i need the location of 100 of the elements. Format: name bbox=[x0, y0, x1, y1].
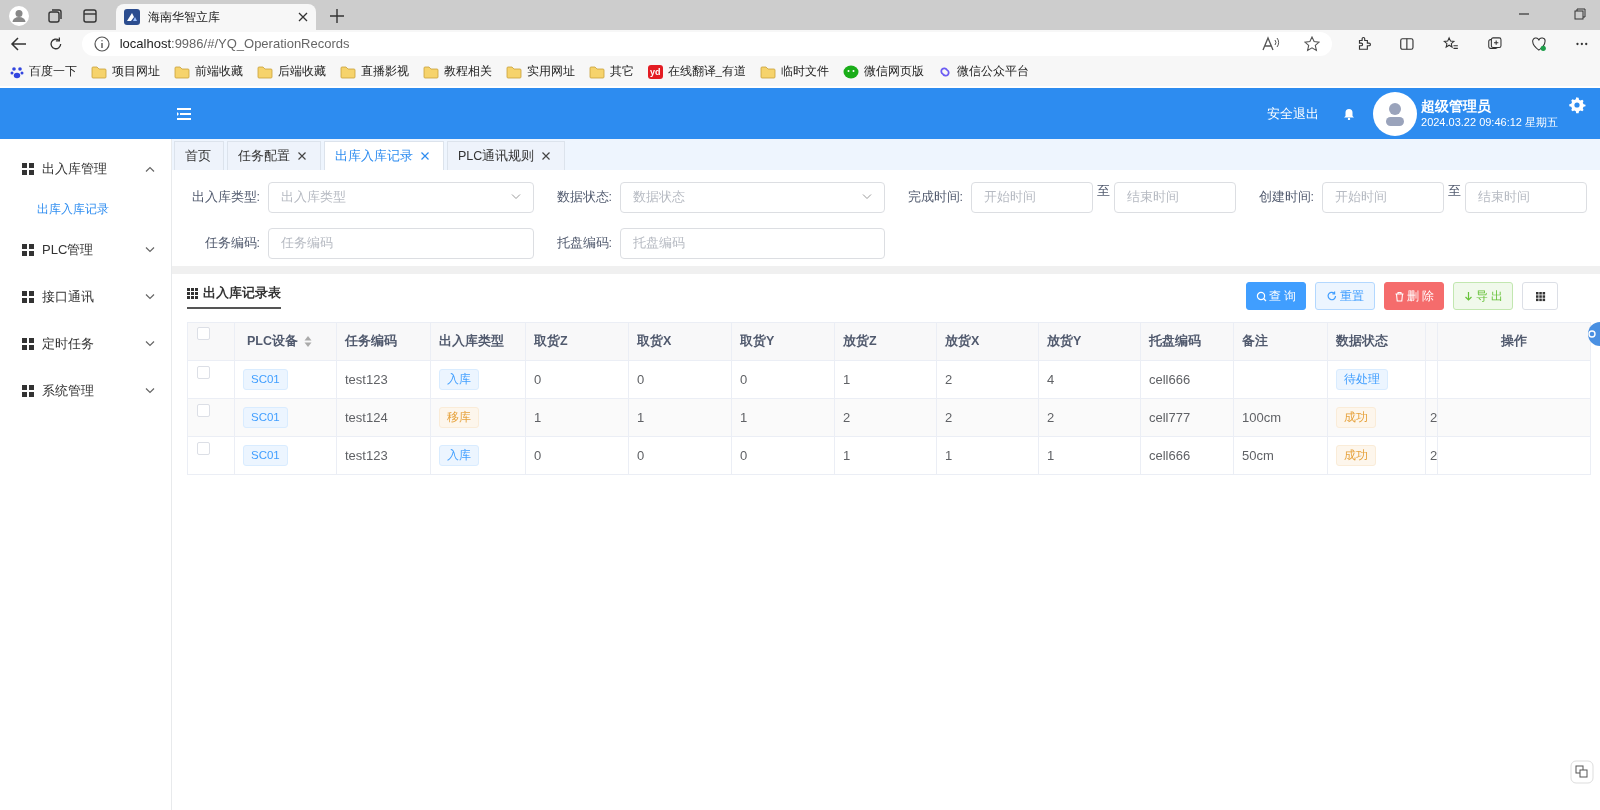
grid-icon bbox=[22, 162, 34, 175]
table-cell: 1 bbox=[534, 409, 542, 425]
new-tab-icon[interactable] bbox=[330, 9, 344, 23]
column-header[interactable]: PLC设备 bbox=[247, 334, 298, 349]
table-cell: 4 bbox=[1047, 371, 1055, 387]
chevron-icon bbox=[145, 340, 155, 347]
folder-icon bbox=[91, 65, 107, 79]
logout-link[interactable]: 安全退出 bbox=[1267, 103, 1319, 124]
table-cell: 0 bbox=[637, 447, 645, 463]
page-tab[interactable]: 首页 bbox=[174, 141, 224, 170]
filter-label: 创建时间: bbox=[1257, 188, 1315, 206]
table-cell: test123 bbox=[345, 447, 388, 463]
bookmark[interactable]: 微信公众平台 bbox=[937, 63, 1029, 81]
menu-icon[interactable] bbox=[177, 107, 191, 120]
filter-label: 出入库类型: bbox=[190, 188, 261, 206]
chevron-icon bbox=[862, 194, 872, 200]
type-tag: 入库 bbox=[439, 444, 479, 467]
bookmark[interactable]: 教程相关 bbox=[423, 63, 492, 81]
health-icon[interactable] bbox=[1530, 35, 1547, 53]
search-icon bbox=[1255, 290, 1267, 302]
refresh-icon bbox=[1326, 290, 1338, 302]
checkbox[interactable] bbox=[197, 365, 210, 379]
bookmark[interactable]: 其它 bbox=[589, 63, 634, 81]
bookmark[interactable]: 后端收藏 bbox=[257, 63, 326, 81]
folder-icon bbox=[759, 65, 776, 79]
grid-icon bbox=[22, 384, 34, 397]
checkbox[interactable] bbox=[197, 403, 210, 417]
bookmark[interactable]: 临时文件 bbox=[759, 63, 829, 81]
settings-icon[interactable] bbox=[1568, 95, 1586, 114]
column-header[interactable]: 取货X bbox=[637, 334, 672, 349]
bell-icon[interactable] bbox=[1343, 107, 1355, 120]
sidebar-item[interactable]: 定时任务 bbox=[0, 320, 171, 367]
checkbox[interactable] bbox=[197, 441, 210, 455]
address-field[interactable]: localhost:9986/#/YQ_OperationRecords bbox=[81, 32, 1332, 56]
device-tag: SC01 bbox=[243, 368, 288, 391]
type-tag: 移库 bbox=[439, 406, 479, 429]
read-aloud-icon[interactable] bbox=[1261, 36, 1280, 52]
restore-icon[interactable] bbox=[1574, 8, 1586, 20]
grid-icon bbox=[22, 243, 34, 256]
device-tag: SC01 bbox=[243, 406, 288, 429]
profile-icon[interactable] bbox=[8, 5, 30, 27]
column-header[interactable]: 放货Z bbox=[843, 334, 877, 349]
link-icon bbox=[937, 65, 952, 79]
bookmark-label: 项目网址 bbox=[112, 64, 160, 80]
close-icon[interactable] bbox=[298, 152, 306, 160]
tab-actions-icon[interactable] bbox=[82, 8, 98, 24]
page-tab[interactable]: PLC通讯规则 bbox=[447, 141, 566, 170]
bookmark[interactable]: 直播影视 bbox=[340, 63, 409, 81]
table-cell: 2 bbox=[843, 409, 851, 425]
bookmark[interactable]: yd 在线翻译_有道 bbox=[648, 63, 746, 81]
avatar-icon[interactable] bbox=[1373, 91, 1417, 136]
workspaces-icon[interactable] bbox=[46, 7, 64, 25]
folder-icon bbox=[423, 65, 439, 79]
range-separator: 至 bbox=[1096, 183, 1111, 200]
close-icon[interactable] bbox=[298, 12, 308, 22]
bookmark-label: 其它 bbox=[610, 64, 634, 80]
sidebar-item[interactable]: 系统管理 bbox=[0, 367, 171, 414]
range-separator: 至 bbox=[1447, 183, 1462, 200]
table-cell: cell777 bbox=[1149, 409, 1191, 425]
split-screen-icon[interactable] bbox=[1399, 35, 1416, 53]
bookmark[interactable]: 实用网址 bbox=[506, 63, 575, 81]
column-header[interactable]: 取货Y bbox=[740, 334, 775, 349]
table-cell: 0 bbox=[740, 371, 748, 387]
grid-icon bbox=[187, 287, 198, 299]
page-tab[interactable]: 出库入库记录 bbox=[324, 141, 444, 170]
bookmark[interactable]: 前端收藏 bbox=[174, 63, 243, 81]
column-header[interactable]: 备注 bbox=[1242, 334, 1268, 349]
column-header[interactable]: 取货Z bbox=[534, 334, 568, 349]
close-icon[interactable] bbox=[542, 152, 551, 160]
table-cell: 2 bbox=[1430, 447, 1437, 463]
table-cell: cell666 bbox=[1149, 447, 1191, 463]
table-cell: 1 bbox=[945, 447, 953, 463]
star-icon[interactable] bbox=[1303, 36, 1320, 52]
table-title-tab[interactable]: 出入库记录表 bbox=[187, 284, 281, 309]
info-icon[interactable] bbox=[93, 36, 110, 52]
bookmark-label: 实用网址 bbox=[527, 64, 575, 80]
column-header[interactable]: 放货Y bbox=[1047, 334, 1082, 349]
sidebar-item[interactable]: 出入库管理 bbox=[0, 145, 171, 192]
paw-icon bbox=[10, 65, 24, 79]
table-cell: 0 bbox=[740, 447, 748, 463]
page-tab[interactable]: 任务配置 bbox=[227, 141, 321, 170]
sidebar-subitem[interactable]: 出库入库记录 bbox=[0, 192, 171, 226]
bookmark[interactable]: 项目网址 bbox=[91, 63, 160, 81]
table-cell: 0 bbox=[534, 371, 542, 387]
bookmark[interactable]: 百度一下 bbox=[10, 63, 77, 81]
device-tag: SC01 bbox=[243, 444, 288, 467]
column-header[interactable]: 放货X bbox=[945, 334, 980, 349]
bookmark-label: 后端收藏 bbox=[278, 64, 326, 80]
bookmark[interactable]: 微信网页版 bbox=[842, 63, 924, 81]
column-header[interactable]: 操作 bbox=[1501, 334, 1527, 349]
checkbox[interactable] bbox=[197, 327, 210, 341]
browser-tab[interactable]: 海南华智立库 bbox=[116, 4, 316, 30]
back-icon[interactable] bbox=[10, 35, 28, 53]
sidebar-item[interactable]: 接口通讯 bbox=[0, 273, 171, 320]
table-cell: 1 bbox=[843, 447, 851, 463]
bookmark-label: 微信网页版 bbox=[863, 64, 924, 80]
columns-button[interactable] bbox=[1522, 282, 1558, 310]
sidebar-item[interactable]: PLC管理 bbox=[0, 226, 171, 273]
chat-icon bbox=[842, 65, 859, 79]
translator-logo-icon: yd bbox=[648, 65, 663, 79]
